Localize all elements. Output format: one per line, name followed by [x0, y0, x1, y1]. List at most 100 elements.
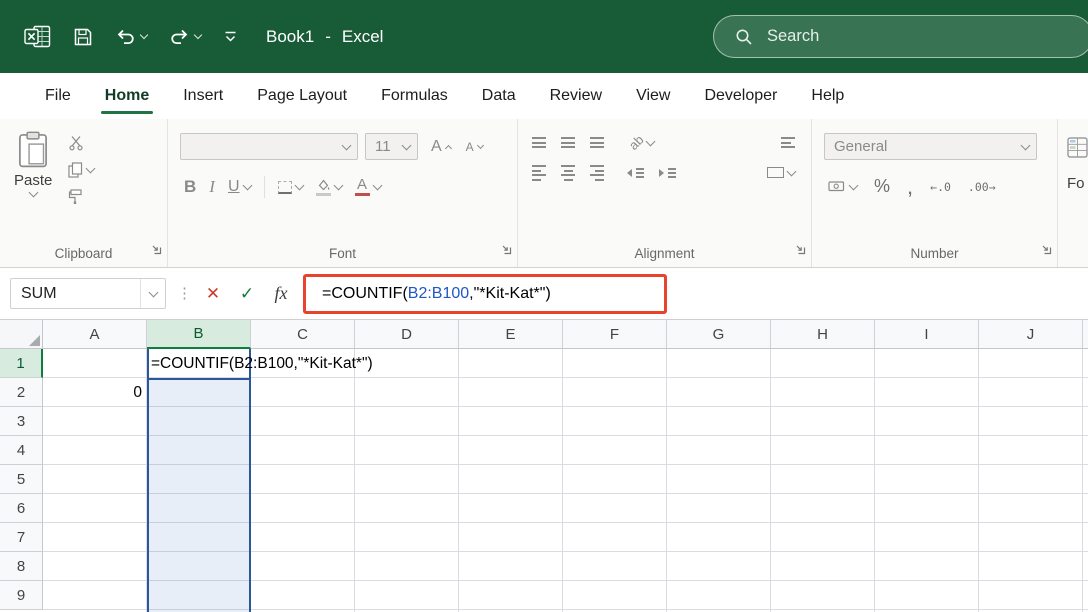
accounting-dropdown-icon[interactable]: [848, 180, 859, 190]
number-format-value: General: [834, 138, 888, 155]
tab-file[interactable]: File: [28, 73, 88, 119]
clipboard-dialog-launcher-icon[interactable]: [151, 242, 162, 260]
row-header-5[interactable]: 5: [0, 465, 43, 494]
name-box-dropdown-icon[interactable]: [148, 287, 158, 297]
top-align-button[interactable]: [532, 137, 546, 148]
undo-button[interactable]: [115, 28, 149, 45]
fill-color-bar: [315, 192, 331, 196]
redo-button[interactable]: [169, 28, 203, 45]
font-size-dropdown-icon[interactable]: [401, 140, 411, 150]
font-size-select[interactable]: 11: [365, 133, 418, 160]
excel-app-icon[interactable]: [24, 25, 51, 48]
paste-button[interactable]: Paste: [14, 131, 52, 204]
column-header-h[interactable]: H: [771, 320, 875, 349]
increase-font-size-button[interactable]: A: [431, 138, 452, 156]
copy-dropdown-icon[interactable]: [85, 163, 96, 174]
cell-A2[interactable]: 0: [43, 378, 142, 407]
fill-color-dropdown-icon[interactable]: [333, 180, 343, 191]
row-header-4[interactable]: 4: [0, 436, 43, 465]
borders-button[interactable]: [277, 180, 304, 194]
formula-input[interactable]: =COUNTIF(B2:B100,"*Kit-Kat*"): [322, 278, 551, 309]
tab-page-layout[interactable]: Page Layout: [240, 73, 364, 119]
clipboard-group-label: Clipboard: [54, 246, 113, 261]
row-header-6[interactable]: 6: [0, 494, 43, 523]
decrease-indent-button[interactable]: [627, 167, 644, 178]
column-header-c[interactable]: C: [251, 320, 355, 349]
tab-help[interactable]: Help: [794, 73, 861, 119]
format-painter-button[interactable]: [68, 189, 94, 204]
decrease-decimal-button[interactable]: .00→: [968, 180, 996, 194]
alignment-dialog-launcher-icon[interactable]: [795, 242, 806, 260]
cut-button[interactable]: [68, 135, 94, 151]
copy-button[interactable]: [68, 162, 96, 178]
column-header-j[interactable]: J: [979, 320, 1083, 349]
column-header-e[interactable]: E: [459, 320, 563, 349]
row-header-9[interactable]: 9: [0, 581, 43, 610]
align-left-button[interactable]: [532, 165, 546, 181]
select-all-button[interactable]: [0, 320, 43, 349]
wrap-text-button[interactable]: [781, 137, 795, 148]
conditional-formatting-icon[interactable]: [1067, 137, 1088, 158]
number-dialog-launcher-icon[interactable]: [1041, 242, 1052, 260]
italic-button[interactable]: I: [209, 177, 215, 197]
bottom-align-button[interactable]: [590, 137, 604, 148]
redo-dropdown-icon[interactable]: [193, 30, 203, 40]
column-header-i[interactable]: I: [875, 320, 979, 349]
customize-toolbar-icon[interactable]: [223, 30, 238, 43]
font-name-select[interactable]: [180, 133, 358, 160]
formula-bar-drag-handle[interactable]: ⋮: [177, 278, 192, 309]
borders-dropdown-icon[interactable]: [294, 180, 304, 191]
column-header-f[interactable]: F: [563, 320, 667, 349]
number-format-select[interactable]: General: [824, 133, 1037, 160]
bold-button[interactable]: B: [184, 177, 196, 197]
enter-button[interactable]: ✓: [232, 278, 262, 309]
font-color-button[interactable]: A: [354, 177, 382, 196]
orientation-button[interactable]: ab: [626, 132, 656, 153]
number-format-dropdown-icon[interactable]: [1020, 140, 1030, 150]
tab-developer[interactable]: Developer: [687, 73, 794, 119]
tab-formulas[interactable]: Formulas: [364, 73, 465, 119]
increase-decimal-button[interactable]: ←.0: [930, 180, 951, 194]
comma-style-button[interactable]: ,: [907, 175, 913, 197]
cancel-button[interactable]: ✕: [198, 278, 228, 309]
undo-dropdown-icon[interactable]: [139, 30, 149, 40]
save-icon[interactable]: [73, 27, 93, 47]
merge-center-button[interactable]: [767, 166, 797, 179]
insert-function-button[interactable]: fx: [266, 278, 296, 309]
paste-dropdown-icon[interactable]: [28, 187, 39, 198]
underline-button[interactable]: U: [228, 178, 252, 196]
tab-home[interactable]: Home: [88, 73, 166, 119]
decrease-font-size-button[interactable]: A: [466, 140, 484, 154]
font-name-dropdown-icon[interactable]: [341, 140, 351, 150]
align-center-button[interactable]: [561, 165, 575, 181]
cell-B1[interactable]: =COUNTIF(B2:B100,"*Kit-Kat*"): [151, 349, 373, 378]
row-header-7[interactable]: 7: [0, 523, 43, 552]
middle-align-button[interactable]: [561, 137, 575, 148]
orientation-dropdown-icon[interactable]: [646, 136, 656, 146]
column-header-d[interactable]: D: [355, 320, 459, 349]
tab-review[interactable]: Review: [533, 73, 619, 119]
column-header-g[interactable]: G: [667, 320, 771, 349]
accounting-format-button[interactable]: [828, 180, 859, 193]
underline-dropdown-icon[interactable]: [242, 180, 252, 191]
tab-data[interactable]: Data: [465, 73, 533, 119]
row-header-8[interactable]: 8: [0, 552, 43, 581]
fill-color-button[interactable]: [315, 179, 343, 196]
tab-view[interactable]: View: [619, 73, 687, 119]
formula-suffix: ,"*Kit-Kat*"): [469, 285, 551, 302]
merge-center-dropdown-icon[interactable]: [786, 166, 797, 177]
column-header-b[interactable]: B: [147, 320, 251, 349]
tab-insert[interactable]: Insert: [166, 73, 240, 119]
font-dialog-launcher-icon[interactable]: [501, 242, 512, 260]
row-header-3[interactable]: 3: [0, 407, 43, 436]
row-header-2[interactable]: 2: [0, 378, 43, 407]
search-bar[interactable]: Search: [713, 15, 1088, 58]
align-right-button[interactable]: [590, 165, 604, 181]
percent-style-button[interactable]: %: [874, 176, 890, 197]
name-box[interactable]: SUM: [10, 278, 166, 309]
column-header-a[interactable]: A: [43, 320, 147, 349]
increase-indent-button[interactable]: [659, 167, 676, 178]
conditional-formatting-label-fragment[interactable]: Fo: [1067, 175, 1085, 192]
font-color-dropdown-icon[interactable]: [372, 180, 382, 191]
row-header-1[interactable]: 1: [0, 349, 43, 378]
